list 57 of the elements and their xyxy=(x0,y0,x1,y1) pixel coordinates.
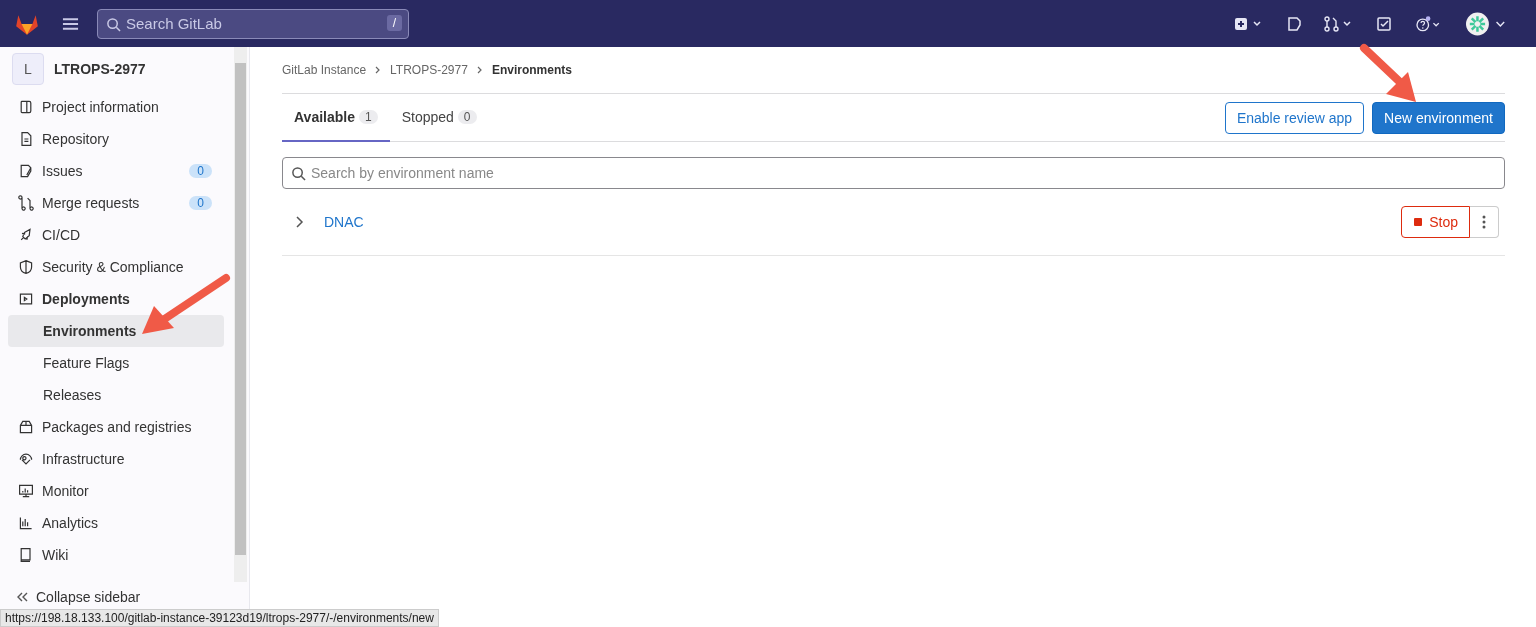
nav-icon xyxy=(18,291,34,307)
sidebar-item[interactable]: CI/CD xyxy=(8,219,224,251)
sidebar-item[interactable]: Issues 0 xyxy=(8,155,224,187)
sidebar-subitem[interactable]: Releases xyxy=(8,379,224,411)
chevron-icon xyxy=(475,65,484,75)
sidebar-item[interactable]: Analytics xyxy=(8,507,224,539)
sidebar-item[interactable]: Monitor xyxy=(8,475,224,507)
sidebar-subitem[interactable]: Environments xyxy=(8,315,224,347)
nav-icon xyxy=(18,259,34,275)
sidebar-item[interactable]: Merge requests 0 xyxy=(8,187,224,219)
todo-icon[interactable] xyxy=(1376,15,1392,32)
issues-icon[interactable] xyxy=(1286,15,1302,32)
stop-button[interactable]: Stop xyxy=(1401,206,1470,238)
nav-icon xyxy=(18,195,34,211)
search-icon xyxy=(106,16,121,32)
scrollbar-thumb[interactable] xyxy=(235,63,246,555)
plus-dropdown-icon[interactable] xyxy=(1234,15,1264,32)
nav-icon xyxy=(18,99,34,115)
environment-link[interactable]: DNAC xyxy=(324,214,364,230)
nav-icon xyxy=(18,515,34,531)
merge-request-dropdown-icon[interactable] xyxy=(1324,15,1354,32)
expand-chevron-icon[interactable] xyxy=(294,215,304,229)
sidebar-item[interactable]: Infrastructure xyxy=(8,443,224,475)
breadcrumb-link[interactable]: Environments xyxy=(491,63,572,77)
search-field[interactable]: Search by environment name xyxy=(282,157,1505,189)
project-avatar[interactable]: L xyxy=(12,53,44,85)
kebab-icon xyxy=(1482,214,1486,230)
nav-icon xyxy=(18,451,34,467)
tab[interactable]: Stopped 0 xyxy=(389,94,489,142)
sidebar-item[interactable]: Wiki xyxy=(8,539,224,571)
collapse-sidebar-button[interactable]: Collapse sidebar xyxy=(16,589,141,605)
sidebar-item[interactable]: Project information xyxy=(8,91,224,123)
nav-icon xyxy=(18,163,34,179)
sidebar-subitem[interactable]: Feature Flags xyxy=(8,347,224,379)
nav-icon xyxy=(18,227,34,243)
sidebar-item[interactable]: Deployments xyxy=(8,283,224,315)
count-badge: 0 xyxy=(189,196,212,210)
count-badge: 0 xyxy=(189,164,212,178)
nav-icon xyxy=(18,483,34,499)
nav-icon xyxy=(18,419,34,435)
menu-icon[interactable] xyxy=(62,16,79,31)
sidebar-item[interactable]: Repository xyxy=(8,123,224,155)
sidebar-item[interactable]: Security & Compliance xyxy=(8,251,224,283)
new-environment-button[interactable]: New environment xyxy=(1372,101,1505,134)
tab[interactable]: Available 1 xyxy=(282,94,390,142)
double-chevron-left-icon xyxy=(16,592,28,602)
nav-icon xyxy=(18,131,34,147)
user-avatar-dropdown[interactable] xyxy=(1466,11,1508,36)
project-name[interactable]: LTROPS-2977 xyxy=(54,61,146,77)
stop-icon xyxy=(1413,217,1424,227)
nav-icon xyxy=(18,547,34,563)
search-icon xyxy=(291,166,306,181)
enable-review-app-button[interactable]: Enable review app xyxy=(1224,101,1365,134)
status-url: https://198.18.133.100/gitlab-instance-39123d19/ltrops-2977/-/environments/new xyxy=(0,609,439,627)
sidebar-item[interactable]: Packages and registries xyxy=(8,411,224,443)
breadcrumb-link[interactable]: GitLab Instance xyxy=(282,63,367,77)
breadcrumb-link[interactable]: LTROPS-2977 xyxy=(390,63,468,77)
